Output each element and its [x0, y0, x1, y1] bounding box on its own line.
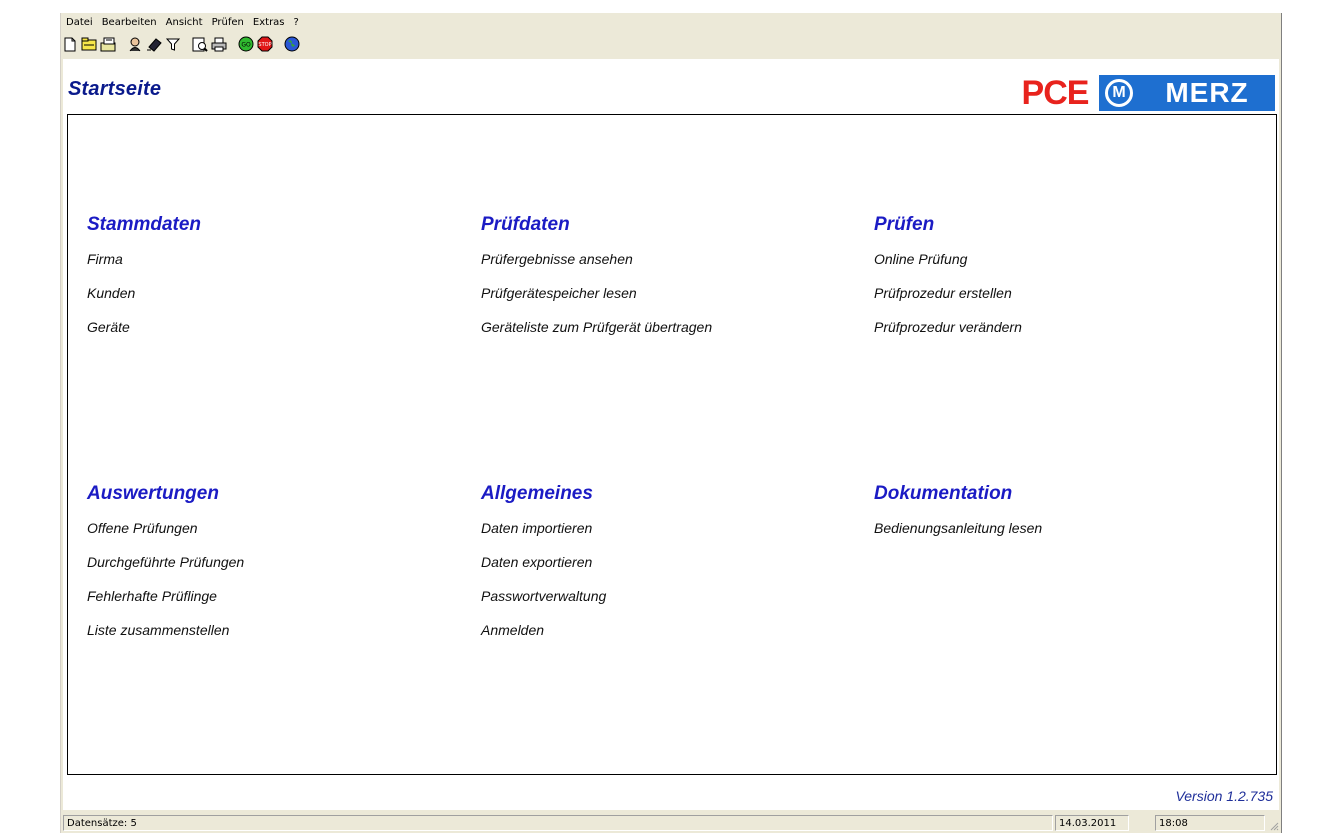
- link-geraeteliste-uebertragen[interactable]: Geräteliste zum Prüfgerät übertragen: [481, 319, 712, 353]
- logo-m-icon: M: [1105, 79, 1133, 107]
- stop-icon[interactable]: STOP: [256, 36, 273, 53]
- status-date: 14.03.2011: [1055, 815, 1129, 831]
- section-pruefen: Prüfen Online Prüfung Prüfprozedur erste…: [874, 214, 1022, 353]
- section-heading: Prüfdaten: [481, 214, 570, 235]
- globe-icon[interactable]: [283, 36, 300, 53]
- print-icon[interactable]: [210, 36, 227, 53]
- menu-pruefen[interactable]: Prüfen: [207, 17, 248, 28]
- link-fehlerhafte-prueflinge[interactable]: Fehlerhafte Prüflinge: [87, 588, 244, 622]
- link-daten-exportieren[interactable]: Daten exportieren: [481, 554, 606, 588]
- open-folder-icon[interactable]: [80, 36, 97, 53]
- menu-bearbeiten[interactable]: Bearbeiten: [97, 17, 161, 28]
- section-heading: Auswertungen: [87, 483, 219, 504]
- link-pruefergebnisse-ansehen[interactable]: Prüfergebnisse ansehen: [481, 251, 712, 285]
- menu-extras[interactable]: Extras: [248, 17, 289, 28]
- link-online-pruefung[interactable]: Online Prüfung: [874, 251, 1022, 285]
- resize-grip-icon[interactable]: [1269, 821, 1279, 831]
- status-time: 18:08: [1155, 815, 1265, 831]
- eraser-icon[interactable]: [145, 36, 162, 53]
- svg-text:GO: GO: [241, 42, 251, 49]
- section-pruefdaten: Prüfdaten Prüfergebnisse ansehen Prüfger…: [481, 214, 712, 353]
- link-daten-importieren[interactable]: Daten importieren: [481, 520, 606, 554]
- version-label: Version 1.2.735: [1175, 788, 1273, 804]
- company-logo: PCE M MERZ: [1011, 75, 1275, 111]
- person-icon[interactable]: [126, 36, 143, 53]
- section-heading: Prüfen: [874, 214, 935, 235]
- link-bedienungsanleitung-lesen[interactable]: Bedienungsanleitung lesen: [874, 520, 1042, 554]
- link-firma[interactable]: Firma: [87, 251, 201, 285]
- link-pruefprozedur-veraendern[interactable]: Prüfprozedur verändern: [874, 319, 1022, 353]
- link-pruefgeraetespeicher-lesen[interactable]: Prüfgerätespeicher lesen: [481, 285, 712, 319]
- link-offene-pruefungen[interactable]: Offene Prüfungen: [87, 520, 244, 554]
- new-document-icon[interactable]: [61, 36, 78, 53]
- menubar: Datei Bearbeiten Ansicht Prüfen Extras ?: [61, 13, 1281, 31]
- logo-pce: PCE: [1011, 75, 1099, 111]
- page-area: Startseite PCE M MERZ Stammdaten Firma K…: [63, 59, 1279, 810]
- link-geraete[interactable]: Geräte: [87, 319, 201, 353]
- save-icon[interactable]: [99, 36, 116, 53]
- menu-help[interactable]: ?: [289, 17, 303, 28]
- menu-ansicht[interactable]: Ansicht: [161, 17, 207, 28]
- link-kunden[interactable]: Kunden: [87, 285, 201, 319]
- statusbar: Datensätze: 5 14.03.2011 18:08: [61, 814, 1281, 833]
- print-preview-icon[interactable]: [191, 36, 208, 53]
- section-heading: Allgemeines: [481, 483, 593, 504]
- section-stammdaten: Stammdaten Firma Kunden Geräte: [87, 214, 201, 353]
- section-dokumentation: Dokumentation Bedienungsanleitung lesen: [874, 483, 1042, 554]
- section-heading: Dokumentation: [874, 483, 1013, 504]
- start-menu-panel: Stammdaten Firma Kunden Geräte Prüfdaten…: [67, 114, 1277, 775]
- section-heading: Stammdaten: [87, 214, 202, 235]
- svg-text:STOP: STOP: [258, 42, 271, 48]
- go-icon[interactable]: GO: [237, 36, 254, 53]
- section-allgemeines: Allgemeines Daten importieren Daten expo…: [481, 483, 606, 656]
- filter-icon[interactable]: [164, 36, 181, 53]
- page-title: Startseite: [68, 78, 162, 100]
- toolbar: GO STOP: [61, 32, 1281, 56]
- status-records: Datensätze: 5: [63, 815, 1053, 831]
- link-anmelden[interactable]: Anmelden: [481, 622, 606, 656]
- logo-m-badge: M: [1099, 75, 1139, 111]
- menu-datei[interactable]: Datei: [61, 17, 97, 28]
- link-pruefprozedur-erstellen[interactable]: Prüfprozedur erstellen: [874, 285, 1022, 319]
- link-passwortverwaltung[interactable]: Passwortverwaltung: [481, 588, 606, 622]
- app-window: Datei Bearbeiten Ansicht Prüfen Extras ?: [60, 13, 1282, 833]
- section-auswertungen: Auswertungen Offene Prüfungen Durchgefüh…: [87, 483, 244, 656]
- link-durchgefuehrte-pruefungen[interactable]: Durchgeführte Prüfungen: [87, 554, 244, 588]
- link-liste-zusammenstellen[interactable]: Liste zusammenstellen: [87, 622, 244, 656]
- logo-merz: MERZ: [1139, 75, 1275, 111]
